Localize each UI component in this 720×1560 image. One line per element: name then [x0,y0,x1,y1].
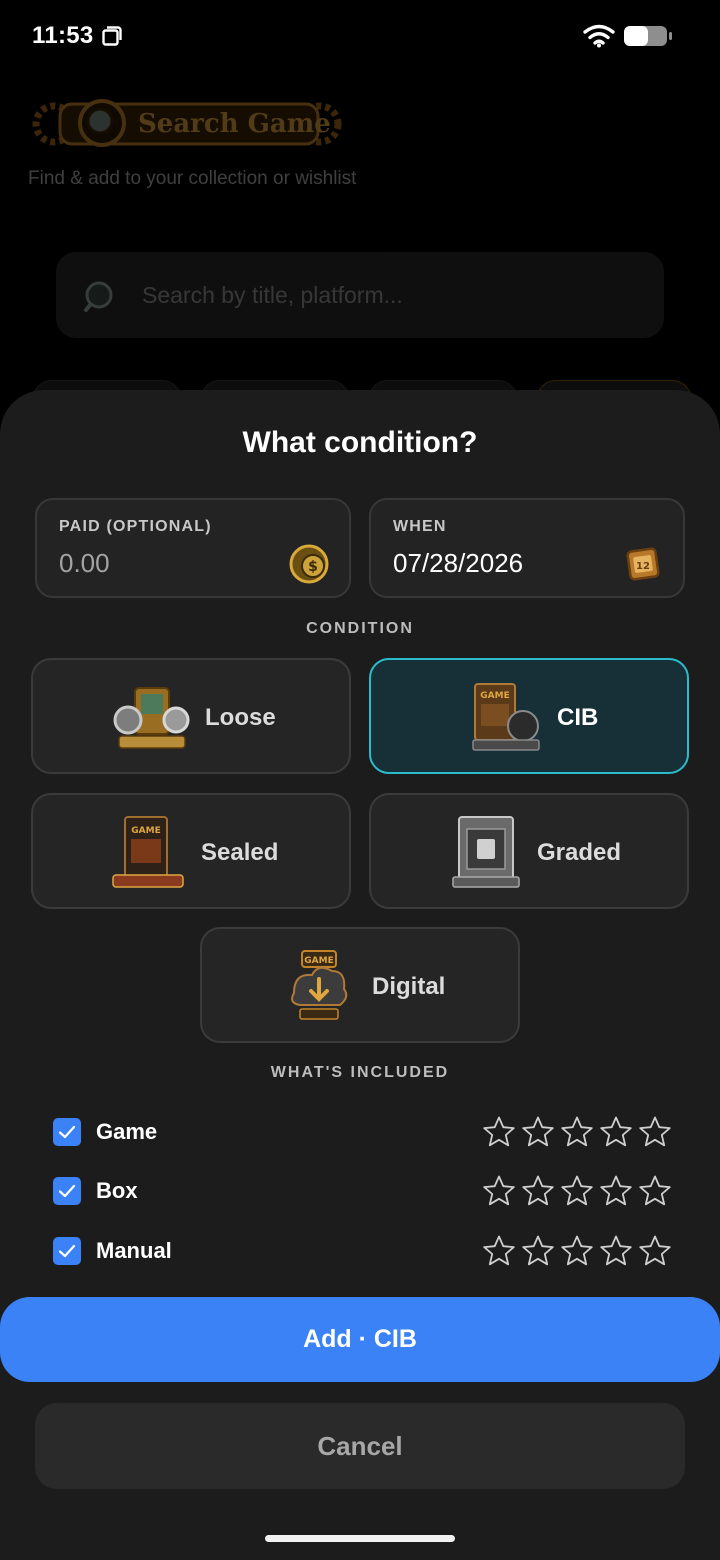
status-time: 11:53 [32,22,94,49]
game-rating [482,1113,672,1153]
graded-slab-icon [452,816,520,888]
game-checkbox[interactable] [53,1118,81,1146]
background-page: Search Game Find & add to your collectio… [0,72,720,420]
paid-field[interactable]: PAID (OPTIONAL) 0.00 $ [35,498,351,598]
add-button[interactable]: Add · CIB [0,1297,720,1382]
star-icon[interactable] [560,1234,594,1268]
star-icon[interactable] [638,1115,672,1149]
cib-box-icon: GAME [472,683,540,751]
checkmark-icon [58,1244,76,1258]
star-icon[interactable] [638,1234,672,1268]
checkmark-icon [58,1125,76,1139]
battery-icon [624,26,672,46]
status-bar: 11:53 [0,0,720,72]
search-game-logo: Search Game [32,99,342,147]
condition-section-label: CONDITION [306,620,414,637]
box-checkbox[interactable] [53,1177,81,1205]
condition-loose-label: Loose [205,704,276,731]
digital-download-icon: GAME [291,950,348,1020]
when-value: 07/28/2026 [393,548,524,578]
condition-sheet: What condition? PAID (OPTIONAL) 0.00 $ W… [0,390,720,1560]
star-icon[interactable] [638,1174,672,1208]
condition-sealed-label: Sealed [201,839,279,866]
manual-label: Manual [96,1238,172,1263]
svg-text:GAME: GAME [304,956,333,966]
wifi-icon [583,24,615,48]
included-section-label: WHAT'S INCLUDED [270,1064,450,1081]
svg-text:GAME: GAME [131,826,160,836]
manual-rating [482,1232,672,1272]
included-row-manual: Manual [52,1232,672,1272]
star-icon[interactable] [599,1174,633,1208]
star-icon[interactable] [482,1115,516,1149]
condition-loose-button[interactable]: Loose [31,658,351,774]
condition-graded-button[interactable]: Graded [369,793,689,909]
included-row-game: Game [52,1113,672,1153]
calendar-icon: 12 [626,547,660,581]
condition-sealed-button[interactable]: GAME Sealed [31,793,351,909]
condition-cib-label: CIB [557,704,599,731]
date-field[interactable]: WHEN 07/28/2026 12 [369,498,685,598]
star-icon[interactable] [521,1174,555,1208]
game-label: Game [96,1119,158,1144]
condition-digital-button[interactable]: GAME Digital [200,927,520,1043]
search-icon [84,281,113,312]
sheet-title: What condition? [242,426,478,459]
star-icon[interactable] [599,1234,633,1268]
checkmark-icon [58,1184,76,1198]
star-icon[interactable] [599,1115,633,1149]
star-icon[interactable] [560,1115,594,1149]
star-icon[interactable] [521,1234,555,1268]
when-label: WHEN [393,518,447,535]
cancel-button[interactable]: Cancel [35,1403,685,1489]
star-icon[interactable] [521,1115,555,1149]
logo-text: Search Game [138,109,331,139]
box-label: Box [96,1178,138,1203]
condition-graded-label: Graded [537,839,622,866]
star-icon[interactable] [560,1174,594,1208]
page-subtitle: Find & add to your collection or wishlis… [28,168,357,189]
paid-value: 0.00 [59,548,110,578]
star-icon[interactable] [482,1234,516,1268]
loose-cart-icon [113,687,190,749]
screen-record-icon [102,26,122,46]
condition-cib-button[interactable]: GAME CIB [369,658,689,774]
svg-text:$: $ [308,559,318,575]
svg-text:GAME: GAME [480,691,509,701]
svg-text:12: 12 [636,561,650,572]
add-button-label: Add · CIB [303,1325,417,1353]
sealed-box-icon: GAME [112,816,184,888]
included-row-box: Box [52,1172,672,1212]
search-input[interactable]: Search by title, platform... [56,252,664,338]
search-placeholder: Search by title, platform... [142,282,403,308]
manual-checkbox[interactable] [53,1237,81,1265]
star-icon[interactable] [482,1174,516,1208]
box-rating [482,1172,672,1212]
paid-label: PAID (OPTIONAL) [59,518,212,535]
home-indicator [265,1535,455,1542]
currency-coin-icon: $ [289,544,329,584]
condition-digital-label: Digital [372,973,446,1000]
cancel-button-label: Cancel [317,1431,403,1461]
